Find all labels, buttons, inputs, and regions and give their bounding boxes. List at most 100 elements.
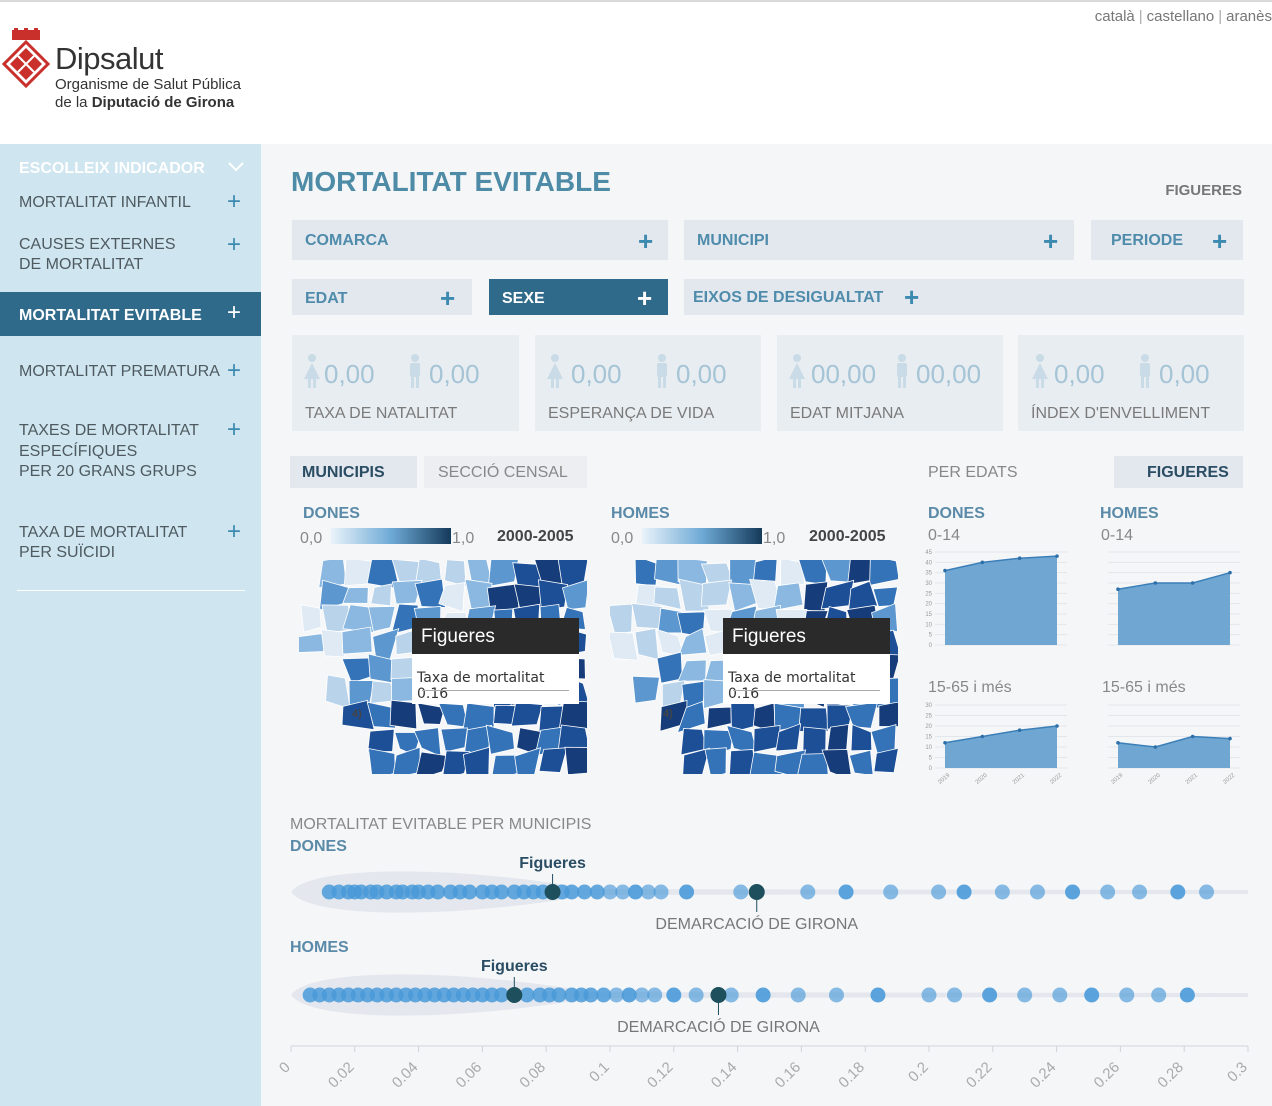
map-region[interactable] — [325, 674, 351, 710]
sidebar-item-mortalitat-evitable[interactable]: MORTALITAT EVITABLE + — [0, 292, 261, 336]
map-region[interactable] — [368, 747, 396, 781]
municipality-dot[interactable] — [666, 987, 682, 1003]
map-region[interactable] — [704, 747, 727, 779]
filter-periode[interactable]: PERIODE + — [1091, 220, 1243, 260]
choropleth-map-homes[interactable]: Figueres Taxa de mortalitat 0.16 4) — [606, 554, 903, 782]
map-region[interactable] — [607, 631, 639, 661]
tab-per-edats[interactable]: PER EDATS — [928, 456, 1048, 488]
map-region[interactable] — [368, 605, 396, 633]
map-region[interactable] — [677, 659, 707, 682]
municipality-dot[interactable] — [576, 884, 592, 900]
municipality-dot[interactable] — [1199, 884, 1215, 900]
map-region[interactable] — [634, 555, 659, 587]
map-region[interactable] — [510, 701, 544, 727]
municipality-dot[interactable] — [828, 987, 844, 1003]
reference-dot[interactable] — [748, 884, 765, 900]
municipality-dot[interactable] — [430, 884, 446, 900]
municipality-dot[interactable] — [621, 987, 637, 1003]
municipality-dot[interactable] — [1170, 884, 1186, 900]
map-region[interactable] — [485, 724, 515, 755]
municipality-dot[interactable] — [982, 987, 998, 1003]
municipality-dot[interactable] — [688, 987, 704, 1003]
map-region[interactable] — [631, 602, 664, 630]
sidebar-item-taxes-mortalitat[interactable]: TAXES DE MORTALITAT ESPECÍFIQUES PER 20 … — [0, 418, 261, 484]
plus-icon[interactable]: + — [637, 283, 652, 314]
highlight-dot[interactable] — [544, 884, 561, 900]
map-region[interactable] — [538, 747, 568, 773]
filter-sexe[interactable]: SEXE + — [489, 279, 668, 315]
filter-edat[interactable]: EDAT + — [292, 279, 472, 315]
tab-municipis[interactable]: MUNICIPIS — [290, 456, 417, 488]
municipality-dot[interactable] — [640, 884, 656, 900]
sidebar-heading[interactable]: ESCOLLEIX INDICADOR — [19, 160, 205, 178]
strip-plot[interactable]: Figueres DEMARCACIÓ DE GIRONA Figueres DEMA… — [261, 834, 1272, 1106]
plus-icon[interactable]: + — [638, 226, 653, 257]
plus-icon[interactable]: + — [440, 283, 455, 314]
map-region[interactable] — [564, 746, 592, 776]
municipality-dot[interactable] — [947, 987, 963, 1003]
map-region[interactable] — [700, 579, 733, 607]
map-region[interactable] — [845, 701, 879, 729]
lang-aranes[interactable]: aranès — [1226, 8, 1272, 25]
plus-icon[interactable]: + — [227, 520, 241, 544]
municipality-dot[interactable] — [1084, 987, 1100, 1003]
sidebar-item-suicidi[interactable]: TAXA DE MORTALITAT PER SUÏCIDI + — [0, 520, 261, 566]
map-region[interactable] — [796, 753, 829, 776]
municipality-dot[interactable] — [994, 884, 1010, 900]
municipality-dot[interactable] — [1119, 987, 1135, 1003]
map-region[interactable] — [634, 627, 660, 661]
municipality-dot[interactable] — [608, 987, 624, 1003]
municipality-dot[interactable] — [628, 884, 644, 900]
municipality-dot[interactable] — [551, 987, 567, 1003]
map-region[interactable] — [370, 583, 392, 607]
sidebar-item-mortalitat-prematura[interactable]: MORTALITAT PREMATURA + — [0, 359, 261, 384]
filter-comarca[interactable]: COMARCA + — [292, 220, 668, 260]
map-region[interactable] — [300, 604, 322, 633]
reference-dot[interactable] — [710, 987, 727, 1003]
dipsalut-logo[interactable]: Dipsalut Organisme de Salut Pública de l… — [2, 28, 262, 118]
map-region[interactable] — [878, 700, 903, 728]
plus-icon[interactable]: + — [1043, 226, 1058, 257]
municipality-dot[interactable] — [1052, 987, 1068, 1003]
map-region[interactable] — [389, 699, 418, 730]
municipality-dot[interactable] — [462, 884, 478, 900]
tab-figueres[interactable]: FIGUERES — [1114, 456, 1243, 488]
plus-icon[interactable]: + — [227, 190, 241, 214]
plus-icon[interactable]: + — [227, 359, 241, 383]
plus-icon[interactable]: + — [904, 282, 919, 313]
municipality-dot[interactable] — [653, 884, 669, 900]
map-region[interactable] — [632, 675, 660, 704]
municipality-dot[interactable] — [1151, 987, 1167, 1003]
map-region[interactable] — [606, 603, 633, 635]
municipality-dot[interactable] — [883, 884, 899, 900]
plus-icon[interactable]: + — [227, 418, 241, 442]
municipality-dot[interactable] — [921, 987, 937, 1003]
municipality-dot[interactable] — [1132, 884, 1148, 900]
municipality-dot[interactable] — [800, 884, 816, 900]
lang-catala[interactable]: català — [1095, 8, 1135, 25]
map-region[interactable] — [440, 727, 468, 753]
municipality-dot[interactable] — [679, 884, 695, 900]
municipality-dot[interactable] — [1065, 884, 1081, 900]
plus-icon[interactable]: + — [227, 233, 241, 257]
municipality-dot[interactable] — [602, 884, 618, 900]
municipality-dot[interactable] — [1179, 987, 1195, 1003]
filter-municipi[interactable]: MUNICIPI + — [684, 220, 1074, 260]
municipality-dot[interactable] — [931, 884, 947, 900]
municipality-dot[interactable] — [870, 987, 886, 1003]
municipality-dot[interactable] — [733, 884, 749, 900]
municipality-dot[interactable] — [494, 884, 510, 900]
map-region[interactable] — [848, 749, 874, 776]
municipality-dot[interactable] — [790, 987, 806, 1003]
map-region[interactable] — [372, 628, 400, 660]
municipality-dot[interactable] — [596, 987, 612, 1003]
chevron-down-icon[interactable] — [227, 161, 245, 173]
highlight-dot[interactable] — [506, 987, 523, 1003]
municipality-dot[interactable] — [755, 987, 771, 1003]
sidebar-item-causes-externes[interactable]: CAUSES EXTERNES DE MORTALITAT + — [0, 232, 261, 276]
municipality-dot[interactable] — [615, 884, 631, 900]
plus-icon[interactable]: + — [1212, 226, 1227, 257]
municipality-dot[interactable] — [1029, 884, 1045, 900]
lang-castellano[interactable]: castellano — [1147, 8, 1215, 25]
municipality-dot[interactable] — [564, 884, 580, 900]
